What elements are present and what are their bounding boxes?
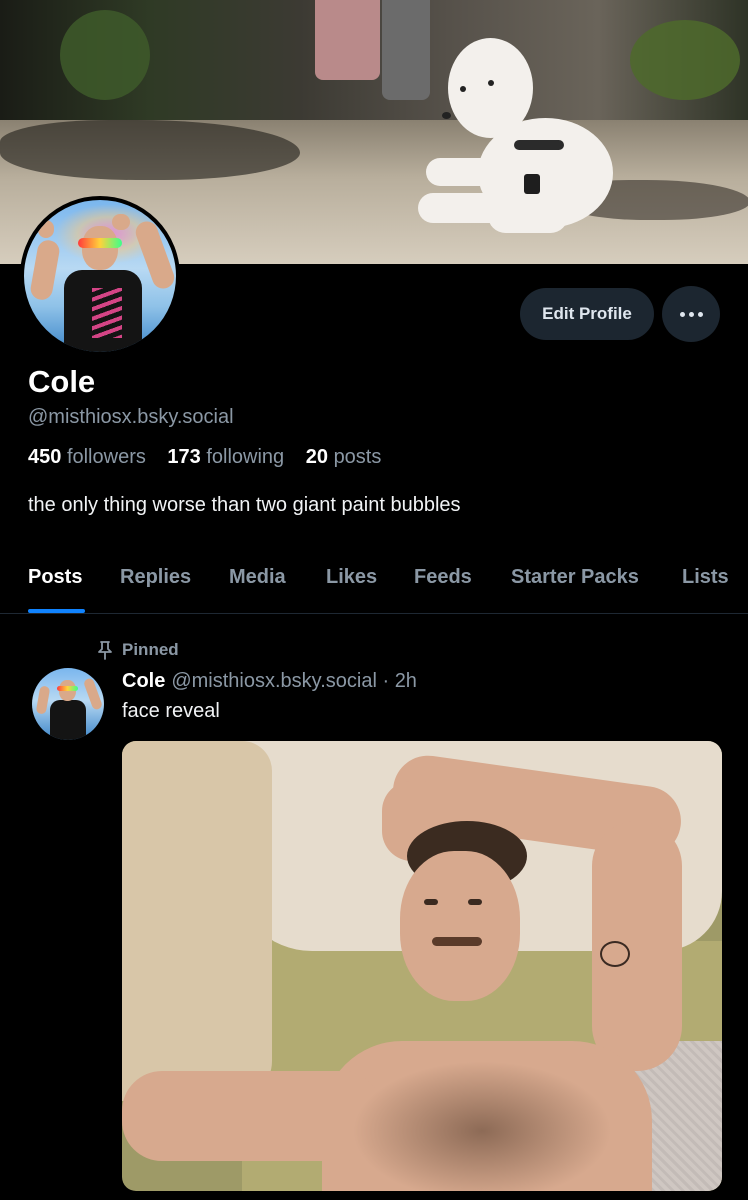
profile-handle: @misthiosx.bsky.social [28,406,234,428]
profile-avatar[interactable] [20,196,180,356]
banner-plant [60,10,150,100]
edit-profile-button[interactable]: Edit Profile [520,288,654,340]
active-tab-indicator [28,609,85,613]
pinned-indicator: Pinned [96,640,179,660]
dog-figure [418,28,618,238]
tab-posts[interactable]: Posts [28,566,82,589]
tab-likes[interactable]: Likes [326,566,377,589]
post-image[interactable] [122,741,722,1191]
tab-feeds[interactable]: Feeds [414,566,472,589]
following-link[interactable]: 173 following [167,446,284,468]
banner-towel [315,0,380,80]
post-timestamp[interactable]: 2h [395,670,417,692]
post-text: face reveal [122,700,220,722]
pin-icon [98,641,112,660]
more-options-button[interactable] [662,286,720,342]
tab-starter-packs[interactable]: Starter Packs [511,566,639,589]
ellipsis-icon [679,311,685,317]
display-name: Cole [28,364,96,399]
tab-replies[interactable]: Replies [120,566,191,589]
tab-lists[interactable]: Lists [682,566,729,589]
profile-tabs: Posts Replies Media Likes Feeds Starter … [0,548,748,614]
profile-stats: 450 followers 173 following 20 posts [28,446,397,469]
post-separator: · [382,670,390,692]
post-author-avatar[interactable] [32,668,104,740]
post-author-name[interactable]: Cole [122,670,165,692]
tab-media[interactable]: Media [229,566,286,589]
posts-count: 20 posts [305,446,382,468]
post-author-handle[interactable]: @misthiosx.bsky.social [171,670,377,692]
post-header: Cole @misthiosx.bsky.social · 2h [122,670,417,693]
profile-bio: the only thing worse than two giant pain… [28,494,461,516]
banner-plant [630,20,740,100]
followers-link[interactable]: 450 followers [28,446,146,468]
